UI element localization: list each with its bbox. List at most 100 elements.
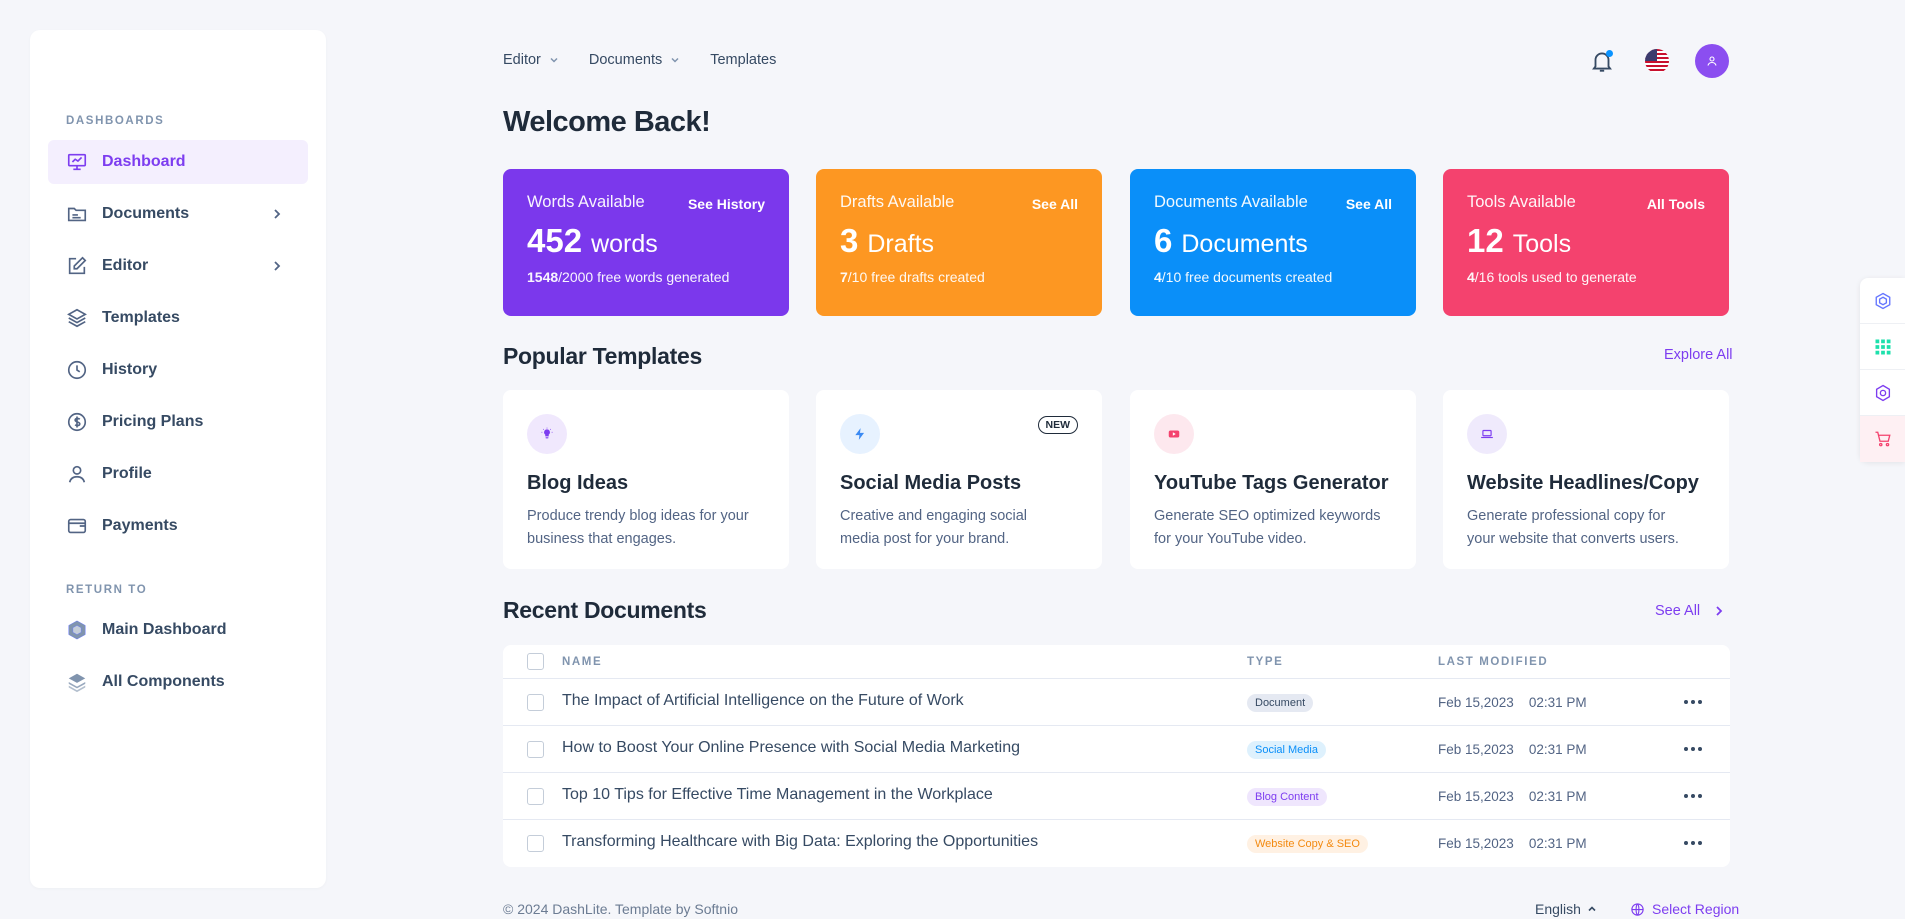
document-name[interactable]: Top 10 Tips for Effective Time Managemen… xyxy=(562,786,993,804)
hexagon-icon xyxy=(1875,292,1890,309)
stat-card-documents: Documents Available See All 6 Documents 4… xyxy=(1130,169,1416,316)
document-name[interactable]: Transforming Healthcare with Big Data: E… xyxy=(562,833,1038,851)
folder-icon xyxy=(66,203,88,225)
sidebar-item-templates[interactable]: Templates xyxy=(48,296,308,340)
see-history-link[interactable]: See History xyxy=(688,196,765,212)
see-all-documents-link[interactable]: See All xyxy=(1346,196,1392,212)
template-card-blog-ideas[interactable]: Blog Ideas Produce trendy blog ideas for… xyxy=(503,390,789,569)
cart-icon xyxy=(1875,431,1891,447)
see-all-label: See All xyxy=(1655,603,1701,619)
select-region-button[interactable]: Select Region xyxy=(1630,901,1739,917)
sidebar-item-main-dashboard[interactable]: Main Dashboard xyxy=(48,608,308,652)
explore-all-link[interactable]: Explore All xyxy=(1664,347,1733,363)
stat-card-tools: Tools Available All Tools 12 Tools 4/16 t… xyxy=(1443,169,1729,316)
gear-icon xyxy=(1875,384,1890,401)
notification-button[interactable] xyxy=(1589,48,1615,74)
stat-used: 7 xyxy=(840,269,848,285)
recent-documents-title: Recent Documents xyxy=(503,597,707,623)
type-badge: Website Copy & SEO xyxy=(1247,835,1368,853)
template-card-social-media-posts[interactable]: NEW Social Media Posts Creative and enga… xyxy=(816,390,1102,569)
stat-unit: words xyxy=(591,230,658,258)
topnav-label: Templates xyxy=(710,52,777,68)
sidebar-item-all-components[interactable]: All Components xyxy=(48,660,308,704)
document-name[interactable]: The Impact of Artificial Intelligence on… xyxy=(562,692,964,710)
template-card-website-headlines[interactable]: Website Headlines/Copy Generate professi… xyxy=(1443,390,1729,569)
sidebar-item-label: Dashboard xyxy=(102,153,186,170)
topnav-label: Editor xyxy=(503,52,541,68)
see-all-documents-button[interactable]: See All xyxy=(1655,603,1726,619)
template-desc: Generate professional copy for your webs… xyxy=(1467,508,1679,547)
sidebar-item-label: Templates xyxy=(102,309,180,326)
popular-templates-title: Popular Templates xyxy=(503,343,702,369)
demo-button[interactable] xyxy=(1860,278,1905,324)
topnav-editor[interactable]: Editor xyxy=(503,52,559,68)
all-tools-link[interactable]: All Tools xyxy=(1647,196,1705,212)
row-checkbox[interactable] xyxy=(527,788,544,805)
stat-card-drafts: Drafts Available See All 3 Drafts 7/10 fr… xyxy=(816,169,1102,316)
type-badge: Social Media xyxy=(1247,741,1326,759)
sidebar-item-payments[interactable]: Payments xyxy=(48,504,308,548)
more-options-icon[interactable] xyxy=(1682,788,1704,804)
edit-icon xyxy=(66,255,88,277)
row-checkbox[interactable] xyxy=(527,694,544,711)
notification-dot xyxy=(1606,50,1613,57)
language-selector[interactable]: English xyxy=(1535,901,1597,917)
hexagon-icon xyxy=(66,619,88,641)
topnav-documents[interactable]: Documents xyxy=(589,52,680,68)
sidebar-item-documents[interactable]: Documents xyxy=(48,192,308,236)
stat-number: 452 xyxy=(527,222,583,259)
layers-icon xyxy=(66,307,88,329)
more-options-icon[interactable] xyxy=(1682,835,1704,851)
template-desc: Creative and engaging social media post … xyxy=(840,508,1028,547)
more-options-icon[interactable] xyxy=(1682,694,1704,710)
table-row[interactable]: How to Boost Your Online Presence with S… xyxy=(503,726,1730,773)
stat-used: 1548 xyxy=(527,269,559,285)
sidebar-item-dashboard[interactable]: Dashboard xyxy=(48,140,308,184)
apps-button[interactable] xyxy=(1860,324,1905,370)
table-row[interactable]: The Impact of Artificial Intelligence on… xyxy=(503,679,1730,726)
sidebar-heading-return-to: RETURN TO xyxy=(66,584,148,596)
top-actions xyxy=(1589,44,1729,78)
row-checkbox[interactable] xyxy=(527,835,544,852)
template-card-youtube-tags[interactable]: YouTube Tags Generator Generate SEO opti… xyxy=(1130,390,1416,569)
stat-used: 4 xyxy=(1154,269,1162,285)
topnav-templates[interactable]: Templates xyxy=(710,52,776,68)
grid-icon xyxy=(1875,339,1890,354)
row-checkbox[interactable] xyxy=(527,741,544,758)
chevron-down-icon xyxy=(550,57,558,63)
sidebar-item-label: Documents xyxy=(102,205,190,222)
more-options-icon[interactable] xyxy=(1682,741,1704,757)
template-desc: Produce trendy blog ideas for your busin… xyxy=(527,508,749,547)
stat-used: 4 xyxy=(1467,269,1475,285)
chevron-down-icon xyxy=(671,57,679,63)
chevron-right-icon xyxy=(274,209,281,219)
table-row[interactable]: Transforming Healthcare with Big Data: E… xyxy=(503,820,1730,867)
wallet-icon xyxy=(66,515,88,537)
sidebar-item-profile[interactable]: Profile xyxy=(48,452,308,496)
see-all-drafts-link[interactable]: See All xyxy=(1032,196,1078,212)
stat-number: 6 xyxy=(1154,222,1173,259)
chevron-up-icon xyxy=(1588,906,1596,912)
sidebar-item-label: Main Dashboard xyxy=(102,621,227,638)
stat-rest: /10 free drafts created xyxy=(847,269,985,285)
us-flag-icon[interactable] xyxy=(1645,49,1669,73)
avatar[interactable] xyxy=(1695,44,1729,78)
sidebar-item-pricing-plans[interactable]: Pricing Plans xyxy=(48,400,308,444)
cart-button[interactable] xyxy=(1860,416,1905,462)
user-icon xyxy=(66,463,88,485)
settings-button[interactable] xyxy=(1860,370,1905,416)
stat-unit: Tools xyxy=(1512,230,1572,258)
sidebar-item-history[interactable]: History xyxy=(48,348,308,392)
select-all-checkbox[interactable] xyxy=(527,653,544,670)
sidebar-item-label: Payments xyxy=(102,517,178,534)
document-name[interactable]: How to Boost Your Online Presence with S… xyxy=(562,739,1020,757)
sidebar-item-editor[interactable]: Editor xyxy=(48,244,308,288)
sidebar: DASHBOARDS Dashboard Documents Editor Te… xyxy=(30,30,326,888)
template-title: Blog Ideas xyxy=(527,472,629,494)
table-row[interactable]: Top 10 Tips for Effective Time Managemen… xyxy=(503,773,1730,820)
template-title: Website Headlines/Copy xyxy=(1467,472,1699,494)
youtube-icon xyxy=(1154,414,1194,454)
bulb-icon xyxy=(527,414,567,454)
sidebar-item-label: All Components xyxy=(102,673,225,690)
topnav-label: Documents xyxy=(588,52,663,68)
